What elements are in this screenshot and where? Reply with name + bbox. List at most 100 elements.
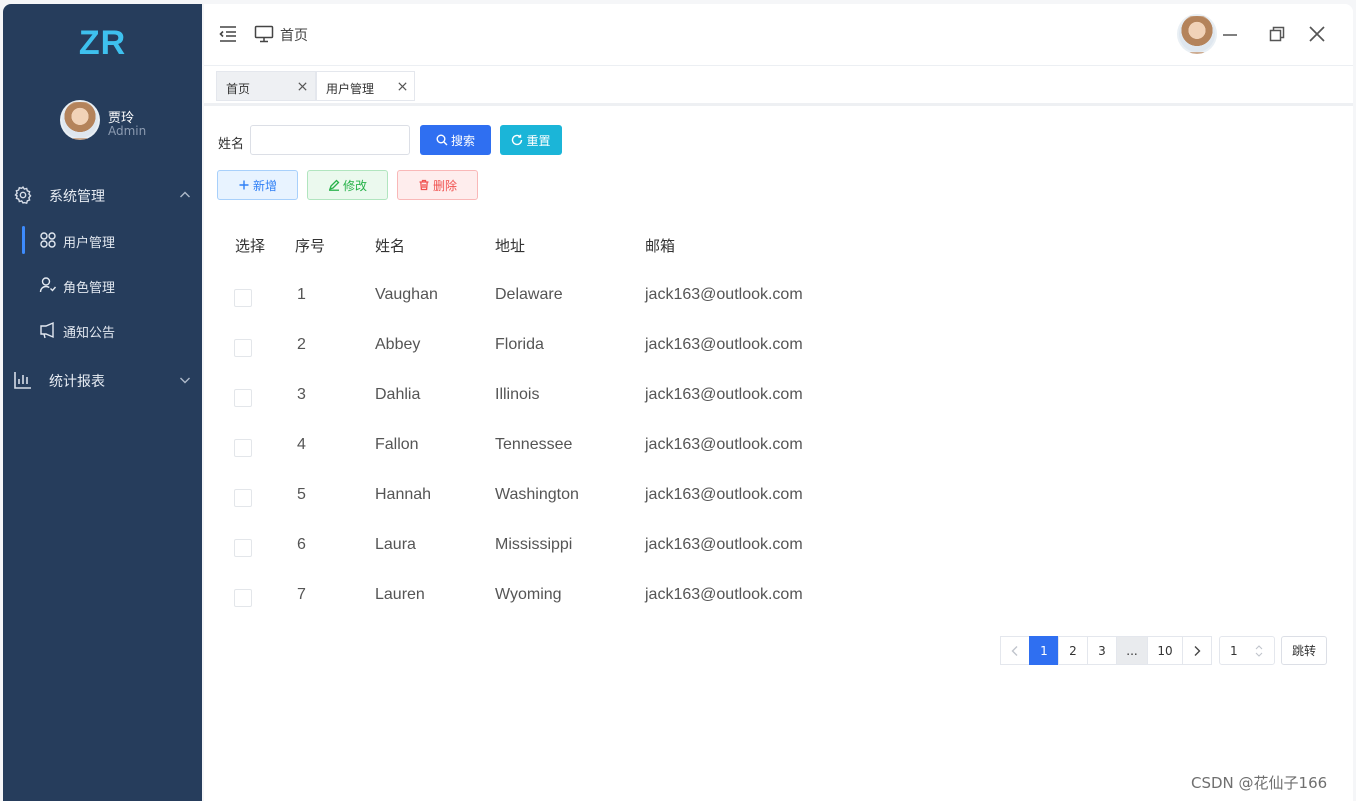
cell-email: jack163@outlook.com [645, 286, 803, 303]
chevron-down-icon [180, 377, 190, 384]
row-checkbox[interactable] [234, 489, 252, 507]
tabs-bar: 首页 用户管理 [204, 68, 1353, 106]
cell-name: Laura [375, 536, 416, 553]
page-button[interactable]: 10 [1147, 636, 1183, 665]
button-label: 搜索 [450, 133, 475, 148]
pencil-icon [328, 179, 340, 191]
gear-icon [14, 186, 32, 205]
table-row[interactable]: 5 Hannah Washington jack163@outlook.com [217, 473, 837, 523]
chevron-left-icon [1011, 645, 1018, 656]
spinner-icon[interactable] [1254, 644, 1264, 658]
chevron-up-icon [180, 191, 190, 198]
table-row[interactable]: 1 Vaughan Delaware jack163@outlook.com [217, 273, 837, 323]
table-row[interactable]: 6 Laura Mississippi jack163@outlook.com [217, 523, 837, 573]
brand-logo: ZR [78, 24, 127, 62]
page-button[interactable]: 3 [1087, 636, 1117, 665]
cell-email: jack163@outlook.com [645, 336, 803, 353]
cell-address: Illinois [495, 386, 540, 403]
cell-index: 3 [297, 386, 306, 403]
reset-button[interactable]: 重置 [500, 125, 562, 155]
row-checkbox[interactable] [234, 589, 252, 607]
prev-page-button[interactable] [1000, 636, 1030, 665]
cell-index: 2 [297, 336, 306, 353]
menu-group-reports[interactable]: 统计报表 [3, 360, 202, 400]
sidebar-item-user-management[interactable]: 用户管理 [3, 222, 202, 258]
apps-icon [40, 232, 56, 248]
cell-email: jack163@outlook.com [645, 486, 803, 503]
cell-email: jack163@outlook.com [645, 536, 803, 553]
table-row[interactable]: 3 Dahlia Illinois jack163@outlook.com [217, 373, 837, 423]
monitor-icon [254, 25, 274, 43]
breadcrumb[interactable]: 首页 [280, 25, 308, 45]
button-label: 删除 [432, 178, 457, 193]
cell-address: Mississippi [495, 536, 573, 553]
search-label: 姓名 [218, 137, 245, 152]
table-row[interactable]: 4 Fallon Tennessee jack163@outlook.com [217, 423, 837, 473]
cell-name: Vaughan [375, 286, 438, 303]
minimize-icon[interactable] [1220, 24, 1240, 44]
jump-button[interactable]: 跳转 [1281, 636, 1327, 665]
cell-name: Hannah [375, 486, 432, 503]
sidebar-item-label: 通知公告 [63, 326, 116, 341]
user-role: Admin [108, 124, 147, 138]
cell-index: 6 [297, 536, 306, 553]
delete-button[interactable]: 删除 [397, 170, 478, 200]
column-header-select: 选择 [235, 237, 266, 255]
tab-user-management[interactable]: 用户管理 [316, 71, 415, 101]
close-icon[interactable] [397, 81, 408, 92]
page-button[interactable]: 1 [1029, 636, 1059, 665]
cell-index: 5 [297, 486, 306, 503]
chevron-right-icon [1194, 645, 1201, 656]
row-checkbox[interactable] [234, 389, 252, 407]
page-button[interactable]: 2 [1058, 636, 1088, 665]
avatar [60, 100, 100, 140]
page-jump-input[interactable]: 1 [1219, 636, 1275, 665]
bar-chart-icon [14, 372, 31, 389]
edit-button[interactable]: 修改 [307, 170, 388, 200]
collapse-menu-icon[interactable] [218, 24, 238, 44]
row-checkbox[interactable] [234, 289, 252, 307]
app-window: ZR 贾玲 Admin 系统管理 用户管理 角色管理 通知公告 统计报表 首页 … [0, 0, 1356, 801]
close-icon[interactable] [297, 81, 308, 92]
main-panel: 首页 首页 用户管理 姓名 搜索 重置 新增 修改 删除 选择 序号 姓名 地址… [204, 4, 1353, 801]
header-avatar[interactable] [1177, 14, 1217, 54]
restore-icon[interactable] [1267, 24, 1287, 44]
trash-icon [419, 179, 429, 191]
page-ellipsis[interactable]: ... [1116, 636, 1148, 665]
row-checkbox[interactable] [234, 339, 252, 357]
menu-group-label: 统计报表 [49, 374, 105, 390]
active-indicator [22, 226, 25, 254]
next-page-button[interactable] [1182, 636, 1212, 665]
refresh-icon [512, 134, 523, 146]
cell-email: jack163@outlook.com [645, 386, 803, 403]
menu-group-label: 系统管理 [49, 189, 105, 205]
cell-email: jack163@outlook.com [645, 436, 803, 453]
cell-name: Lauren [375, 586, 425, 603]
name-search-input[interactable] [250, 125, 410, 155]
tab-label: 首页 [226, 82, 251, 96]
column-header-index: 序号 [295, 237, 326, 255]
button-label: 重置 [526, 133, 551, 148]
close-icon[interactable] [1307, 24, 1327, 44]
search-button[interactable]: 搜索 [420, 125, 491, 155]
add-button[interactable]: 新增 [217, 170, 298, 200]
button-label: 修改 [342, 178, 367, 193]
tab-home[interactable]: 首页 [216, 71, 316, 101]
table-row[interactable]: 7 Lauren Wyoming jack163@outlook.com [217, 573, 837, 623]
sidebar: ZR 贾玲 Admin 系统管理 用户管理 角色管理 通知公告 统计报表 [3, 4, 202, 801]
megaphone-icon [40, 321, 54, 339]
table-row[interactable]: 2 Abbey Florida jack163@outlook.com [217, 323, 837, 373]
cell-address: Delaware [495, 286, 563, 303]
row-checkbox[interactable] [234, 539, 252, 557]
column-header-name: 姓名 [375, 237, 406, 255]
menu-group-system[interactable]: 系统管理 [3, 175, 202, 215]
watermark: CSDN @花仙子166 [1191, 774, 1328, 792]
plus-icon [239, 180, 249, 190]
sidebar-item-role-management[interactable]: 角色管理 [3, 267, 202, 303]
cell-name: Fallon [375, 436, 419, 453]
cell-index: 1 [297, 286, 306, 303]
button-label: 新增 [252, 178, 277, 193]
sidebar-item-notices[interactable]: 通知公告 [3, 312, 202, 348]
user-role-icon [39, 277, 57, 293]
row-checkbox[interactable] [234, 439, 252, 457]
